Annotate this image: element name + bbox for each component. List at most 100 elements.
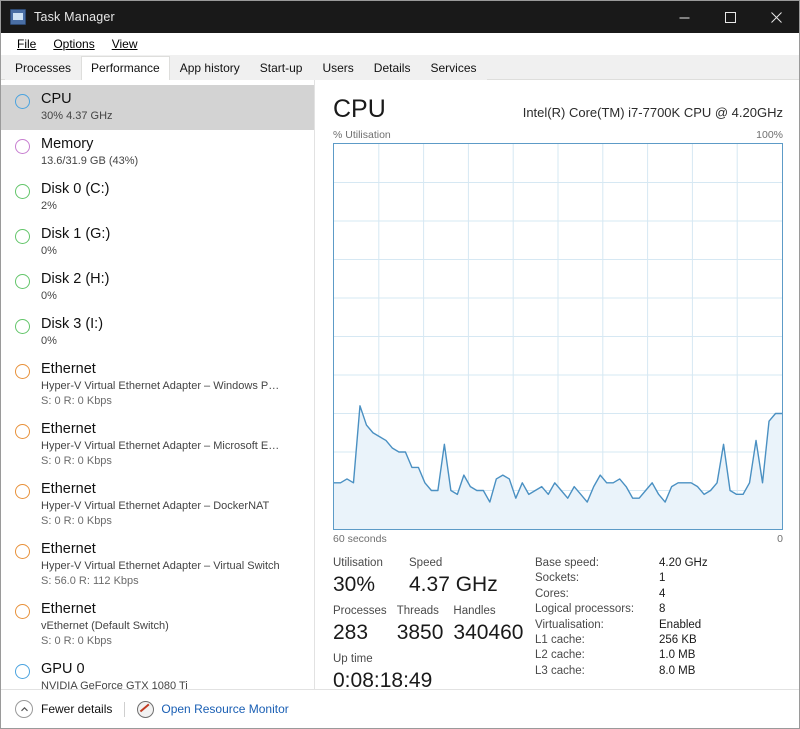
stat-uptime-value: 0:08:18:49 [333, 669, 433, 692]
stat-processes: Processes 283 [333, 603, 387, 646]
spec-value: 8 [659, 603, 666, 616]
menu-item-options[interactable]: Options [45, 35, 103, 53]
resource-icon [15, 424, 30, 439]
resource-name: Memory [41, 136, 94, 152]
stat-threads: Threads 3850 [397, 603, 444, 646]
spec-value: 1 [659, 572, 666, 585]
maximize-button[interactable] [707, 1, 753, 33]
resource-name: Disk 1 (G:) [41, 226, 111, 242]
panel-header: CPU Intel(R) Core(TM) i7-7700K CPU @ 4.2… [333, 96, 783, 123]
resource-item-disk-3-i[interactable]: Disk 3 (I:) 0% [1, 310, 314, 355]
resource-item-ethernet[interactable]: Ethernet Hyper-V Virtual Ethernet Adapter… [1, 415, 314, 475]
resource-name: Ethernet [41, 481, 96, 497]
tab-app-history[interactable]: App history [169, 56, 250, 80]
spec-key: L2 cache: [535, 649, 585, 662]
resource-item-ethernet[interactable]: Ethernet Hyper-V Virtual Ethernet Adapter… [1, 475, 314, 535]
open-resource-monitor-label: Open Resource Monitor [161, 702, 289, 716]
resource-throughput: S: 0 R: 0 Kbps [41, 515, 112, 527]
resource-name: Disk 3 (I:) [41, 316, 104, 332]
spec-row: Sockets: 1 [535, 571, 783, 586]
stat-handles-label: Handles [453, 605, 496, 617]
resource-item-ethernet[interactable]: Ethernet Hyper-V Virtual Ethernet Adapter… [1, 355, 314, 415]
resource-item-disk-0-c[interactable]: Disk 0 (C:) 2% [1, 175, 314, 220]
resource-icon [15, 139, 30, 154]
resource-text: CPU 30% 4.37 GHz [41, 91, 306, 123]
resource-icon [15, 604, 30, 619]
resource-item-ethernet[interactable]: Ethernet vEthernet (Default Switch) S: 0 R… [1, 595, 314, 655]
resource-icon [15, 319, 30, 334]
window-title: Task Manager [34, 10, 115, 24]
window-controls [661, 1, 799, 33]
stat-utilisation-label: Utilisation [333, 557, 383, 569]
resource-detail: Hyper-V Virtual Ethernet Adapter – Micro… [41, 440, 280, 452]
resource-icon [15, 664, 30, 679]
tab-start-up[interactable]: Start-up [249, 56, 313, 80]
resource-item-gpu-0[interactable]: GPU 0NVIDIA GeForce GTX 1080 Ti2% [1, 655, 314, 689]
resource-detail: Hyper-V Virtual Ethernet Adapter – Docke… [41, 500, 270, 512]
spec-row: L2 cache: 1.0 MB [535, 648, 783, 663]
resource-detail: vEthernet (Default Switch) [41, 620, 169, 632]
tab-details[interactable]: Details [363, 56, 421, 80]
stat-speed-value: 4.37 GHz [409, 573, 498, 596]
resource-detail: Hyper-V Virtual Ethernet Adapter – Virtu… [41, 560, 280, 572]
spec-value: 8.0 MB [659, 664, 696, 677]
resource-item-cpu[interactable]: CPU 30% 4.37 GHz [1, 85, 314, 130]
resource-list: CPU 30% 4.37 GHz Memory 13.6/31.9 GB (43%) D… [1, 80, 315, 689]
resource-detail: Hyper-V Virtual Ethernet Adapter – Windo… [41, 380, 280, 392]
spec-key: Base speed: [535, 557, 599, 569]
x-axis-right-label: 0 [777, 533, 783, 545]
close-button[interactable] [753, 1, 799, 33]
resource-text: GPU 0NVIDIA GeForce GTX 1080 Ti2% [41, 661, 306, 689]
tab-performance[interactable]: Performance [81, 56, 170, 80]
resource-item-disk-2-h[interactable]: Disk 2 (H:) 0% [1, 265, 314, 310]
resource-throughput: S: 56.0 R: 112 Kbps [41, 575, 139, 587]
page-title: CPU [333, 95, 386, 123]
cpu-utilisation-chart[interactable] [333, 143, 783, 530]
menu-item-view[interactable]: View [104, 35, 147, 53]
tab-bar: Processes Performance App history Start-… [1, 55, 799, 80]
resource-detail: 0% [41, 335, 57, 347]
spec-row: Logical processors: 8 [535, 602, 783, 617]
spec-key: Sockets: [535, 572, 580, 585]
fewer-details-button[interactable]: Fewer details [15, 700, 112, 718]
minimize-button[interactable] [661, 1, 707, 33]
spec-value: 4 [659, 587, 666, 600]
resource-icon [15, 364, 30, 379]
stats-row-counts: Processes 283 Threads 3850 Handles 34046… [333, 603, 524, 646]
stat-handles-value: 340460 [453, 621, 524, 644]
tab-users[interactable]: Users [312, 56, 364, 80]
resource-text: Ethernet vEthernet (Default Switch) S: 0 R… [41, 601, 306, 648]
stats-primary: Utilisation 30% Speed 4.37 GHz Processes… [333, 555, 524, 699]
open-resource-monitor-link[interactable]: Open Resource Monitor [137, 700, 289, 718]
resource-item-disk-1-g[interactable]: Disk 1 (G:) 0% [1, 220, 314, 265]
resource-text: Disk 0 (C:) 2% [41, 181, 306, 213]
resource-icon [15, 274, 30, 289]
resource-throughput: S: 0 R: 0 Kbps [41, 635, 112, 647]
resource-name: Ethernet [41, 421, 96, 437]
task-manager-icon [10, 9, 26, 25]
resource-detail: 13.6/31.9 GB (43%) [41, 155, 139, 167]
resource-name: Ethernet [41, 601, 96, 617]
spec-key: L1 cache: [535, 634, 585, 647]
resource-item-ethernet[interactable]: Ethernet Hyper-V Virtual Ethernet Adapter… [1, 535, 314, 595]
stat-threads-value: 3850 [396, 621, 444, 644]
stat-processes-label: Processes [333, 605, 387, 617]
title-bar: Task Manager [1, 1, 799, 33]
y-axis-label: % Utilisation [333, 129, 391, 141]
spec-value: 256 KB [659, 634, 697, 647]
tab-processes[interactable]: Processes [5, 56, 82, 80]
x-axis-left-label: 60 seconds [333, 533, 387, 545]
spec-row: Base speed: 4.20 GHz [535, 556, 783, 571]
stat-processes-value: 283 [333, 621, 369, 644]
stats-area: Utilisation 30% Speed 4.37 GHz Processes… [333, 555, 783, 699]
spec-row: L3 cache: 8.0 MB [535, 664, 783, 679]
tab-services[interactable]: Services [420, 56, 487, 80]
spec-key: Virtualisation: [535, 618, 604, 631]
resource-item-memory[interactable]: Memory 13.6/31.9 GB (43%) [1, 130, 314, 175]
resource-text: Memory 13.6/31.9 GB (43%) [41, 136, 306, 168]
spec-value: 1.0 MB [659, 649, 696, 662]
menu-item-file[interactable]: File [9, 35, 45, 53]
menu-view-label: View [111, 37, 138, 51]
resource-text: Disk 1 (G:) 0% [41, 226, 306, 258]
resource-name: CPU [41, 91, 72, 107]
